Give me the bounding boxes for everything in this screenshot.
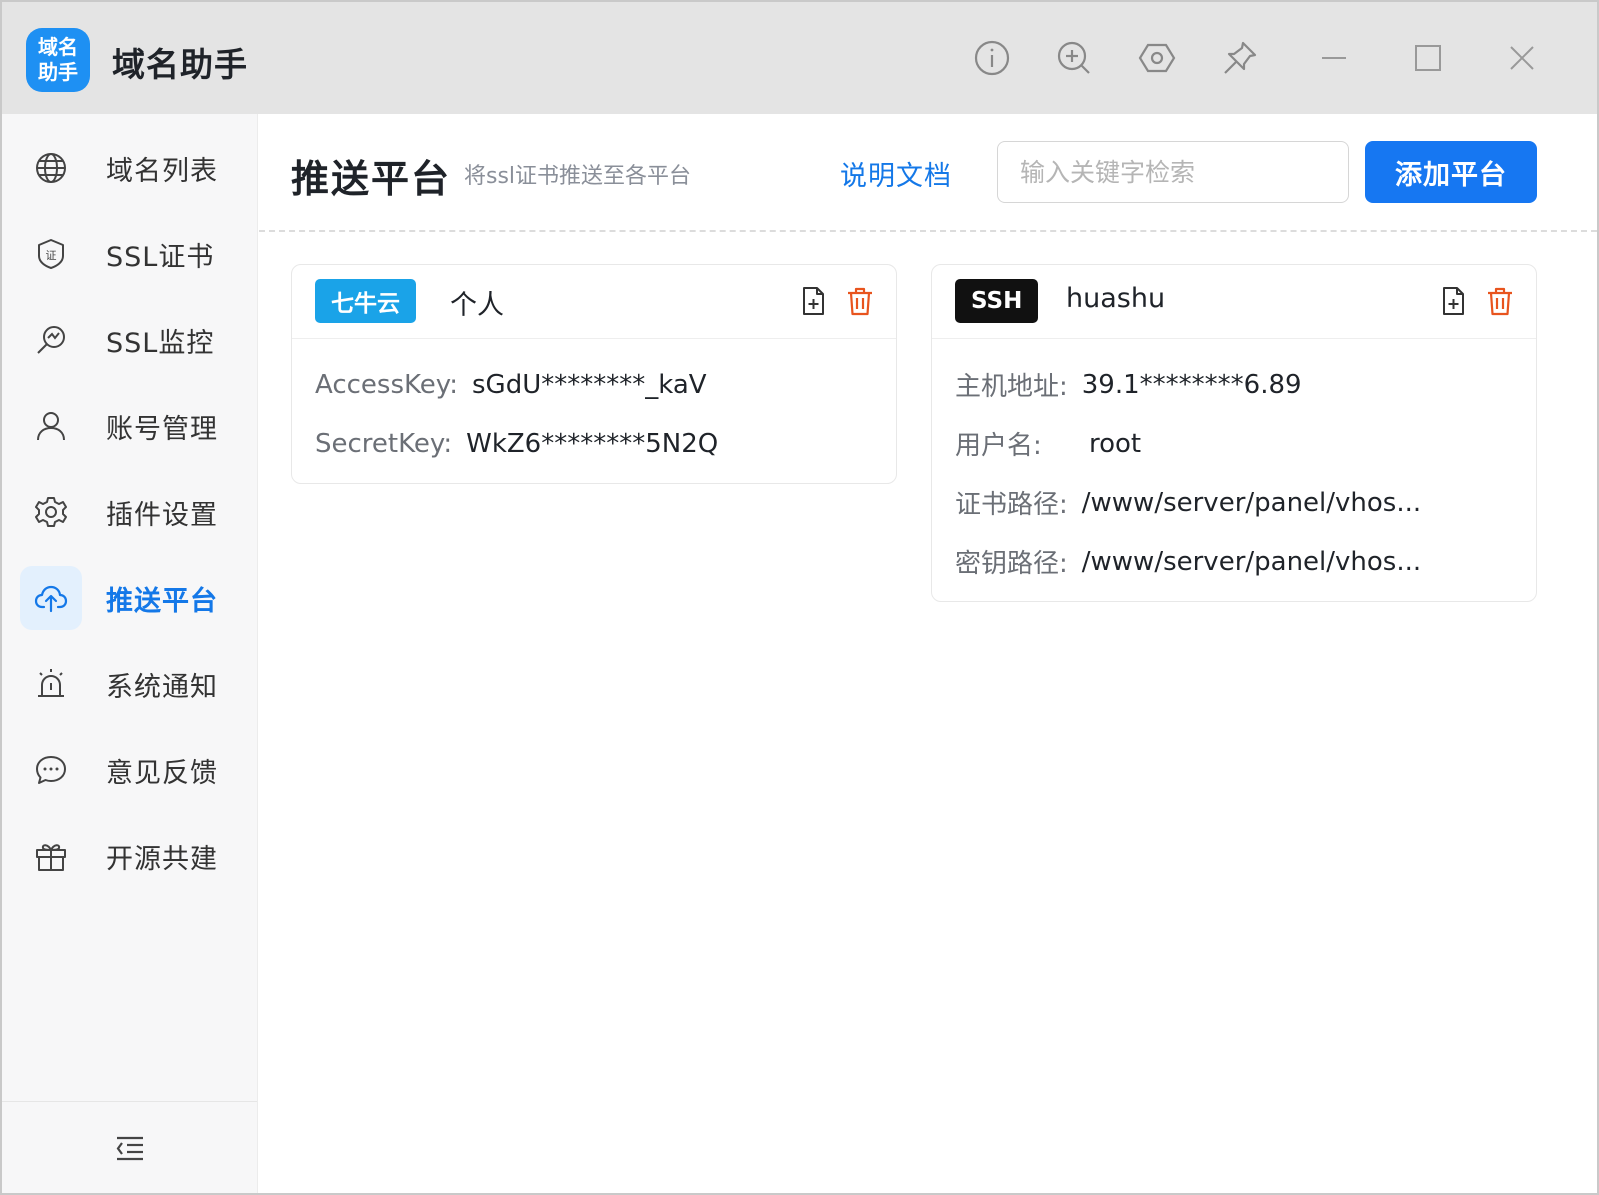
- sidebar-item-label: SSL证书: [106, 241, 215, 273]
- card-body: 主机地址: 39.1********6.89 用户名: root 证书路径: /…: [932, 339, 1536, 601]
- field-value: root: [1089, 428, 1142, 459]
- sidebar-item-label: 域名列表: [106, 155, 218, 187]
- sidebar-item-ssl-certificate[interactable]: 证 SSL证书: [20, 222, 240, 286]
- sidebar-item-feedback[interactable]: 意见反馈: [20, 738, 240, 802]
- title-bar: 域名 助手 域名助手: [2, 2, 1597, 114]
- minimize-icon[interactable]: [1314, 38, 1354, 78]
- page-title: 推送平台: [291, 157, 452, 201]
- field-value: sGdU********_kaV: [472, 369, 707, 400]
- monitor-search-icon: [20, 308, 82, 372]
- delete-icon[interactable]: [1484, 285, 1516, 317]
- platform-card-qiniu: 七牛云 个人 AccessKey: sGdU********_kaV Secre…: [291, 264, 897, 484]
- deploy-file-icon[interactable]: [797, 285, 829, 317]
- certificate-shield-icon: 证: [20, 222, 82, 286]
- field-value: WkZ6********5N2Q: [466, 428, 719, 459]
- app-logo: 域名 助手: [26, 28, 90, 92]
- card-name: huashu: [1066, 283, 1166, 314]
- sidebar-item-plugin-settings[interactable]: 插件设置: [20, 480, 240, 544]
- zoom-in-icon[interactable]: [1054, 38, 1094, 78]
- field-label: 用户名:: [955, 431, 1042, 461]
- field-row: 用户名: root: [955, 414, 1513, 473]
- card-body: AccessKey: sGdU********_kaV SecretKey: W…: [292, 339, 896, 483]
- sidebar-footer: [2, 1101, 257, 1193]
- close-icon[interactable]: [1502, 38, 1542, 78]
- field-label: SecretKey:: [315, 428, 453, 459]
- add-platform-button[interactable]: 添加平台: [1365, 141, 1537, 203]
- field-row: 证书路径: /www/server/panel/vhos...: [955, 473, 1513, 532]
- delete-icon[interactable]: [844, 285, 876, 317]
- field-value: /www/server/panel/vhos...: [1081, 487, 1422, 518]
- info-icon[interactable]: [972, 38, 1012, 78]
- field-label: AccessKey:: [315, 369, 459, 400]
- sidebar-item-domain-list[interactable]: 域名列表: [20, 136, 240, 200]
- sidebar-item-label: 账号管理: [106, 413, 218, 445]
- page-subtitle: 将ssl证书推送至各平台: [464, 164, 692, 189]
- sidebar-item-label: 意见反馈: [106, 757, 218, 789]
- globe-icon: [20, 136, 82, 200]
- main-content: 推送平台 将ssl证书推送至各平台 说明文档 添加平台 七牛云 个人 Acces…: [259, 114, 1597, 1193]
- collapse-menu-icon[interactable]: [113, 1131, 147, 1165]
- sidebar-item-ssl-monitor[interactable]: SSL监控: [20, 308, 240, 372]
- alarm-icon: [20, 652, 82, 716]
- chat-icon: [20, 738, 82, 802]
- sidebar-item-account-management[interactable]: 账号管理: [20, 394, 240, 458]
- cloud-upload-icon: [20, 566, 82, 630]
- field-row: 主机地址: 39.1********6.89: [955, 355, 1513, 414]
- app-title: 域名助手: [112, 45, 248, 84]
- gear-icon: [20, 480, 82, 544]
- search-input[interactable]: [997, 141, 1349, 203]
- sidebar-item-system-notification[interactable]: 系统通知: [20, 652, 240, 716]
- field-value: /www/server/panel/vhos...: [1081, 546, 1422, 577]
- sidebar-item-label: 系统通知: [106, 671, 218, 703]
- user-icon: [20, 394, 82, 458]
- field-value: 39.1********6.89: [1081, 369, 1302, 400]
- documentation-link[interactable]: 说明文档: [840, 154, 952, 193]
- pin-icon[interactable]: [1220, 38, 1260, 78]
- card-name: 个人: [450, 290, 504, 321]
- field-row: SecretKey: WkZ6********5N2Q: [315, 414, 873, 473]
- platform-card-ssh: SSH huashu 主机地址: 39.1********6.89 用户名: r…: [931, 264, 1537, 602]
- header-divider: [259, 230, 1597, 232]
- app-window: 域名 助手 域名助手 域名列表 证 SSL证书 SSL监控 账号管理 插件设置 …: [0, 0, 1599, 1195]
- sidebar-item-push-platform[interactable]: 推送平台: [20, 566, 240, 630]
- svg-text:证: 证: [46, 249, 57, 262]
- sidebar-item-label: SSL监控: [106, 327, 215, 359]
- field-row: AccessKey: sGdU********_kaV: [315, 355, 873, 414]
- sidebar-item-label: 开源共建: [106, 843, 218, 875]
- app-logo-line1: 域名: [38, 35, 78, 59]
- maximize-icon[interactable]: [1408, 38, 1448, 78]
- platform-tag: 七牛云: [315, 279, 416, 323]
- hexagon-settings-icon[interactable]: [1137, 38, 1177, 78]
- card-header: 七牛云 个人: [292, 265, 896, 339]
- field-label: 密钥路径:: [955, 549, 1068, 579]
- field-row: 密钥路径: /www/server/panel/vhos...: [955, 532, 1513, 591]
- field-label: 主机地址:: [955, 372, 1068, 402]
- field-label: 证书路径:: [955, 490, 1068, 520]
- platform-tag: SSH: [955, 279, 1039, 323]
- sidebar-item-label: 插件设置: [106, 499, 218, 531]
- sidebar-item-label: 推送平台: [106, 585, 218, 617]
- sidebar-item-open-source[interactable]: 开源共建: [20, 824, 240, 888]
- app-logo-line2: 助手: [38, 60, 78, 84]
- gift-icon: [20, 824, 82, 888]
- card-header: SSH huashu: [932, 265, 1536, 339]
- sidebar: 域名列表 证 SSL证书 SSL监控 账号管理 插件设置 推送平台 系统通知 意…: [2, 114, 258, 1193]
- deploy-file-icon[interactable]: [1437, 285, 1469, 317]
